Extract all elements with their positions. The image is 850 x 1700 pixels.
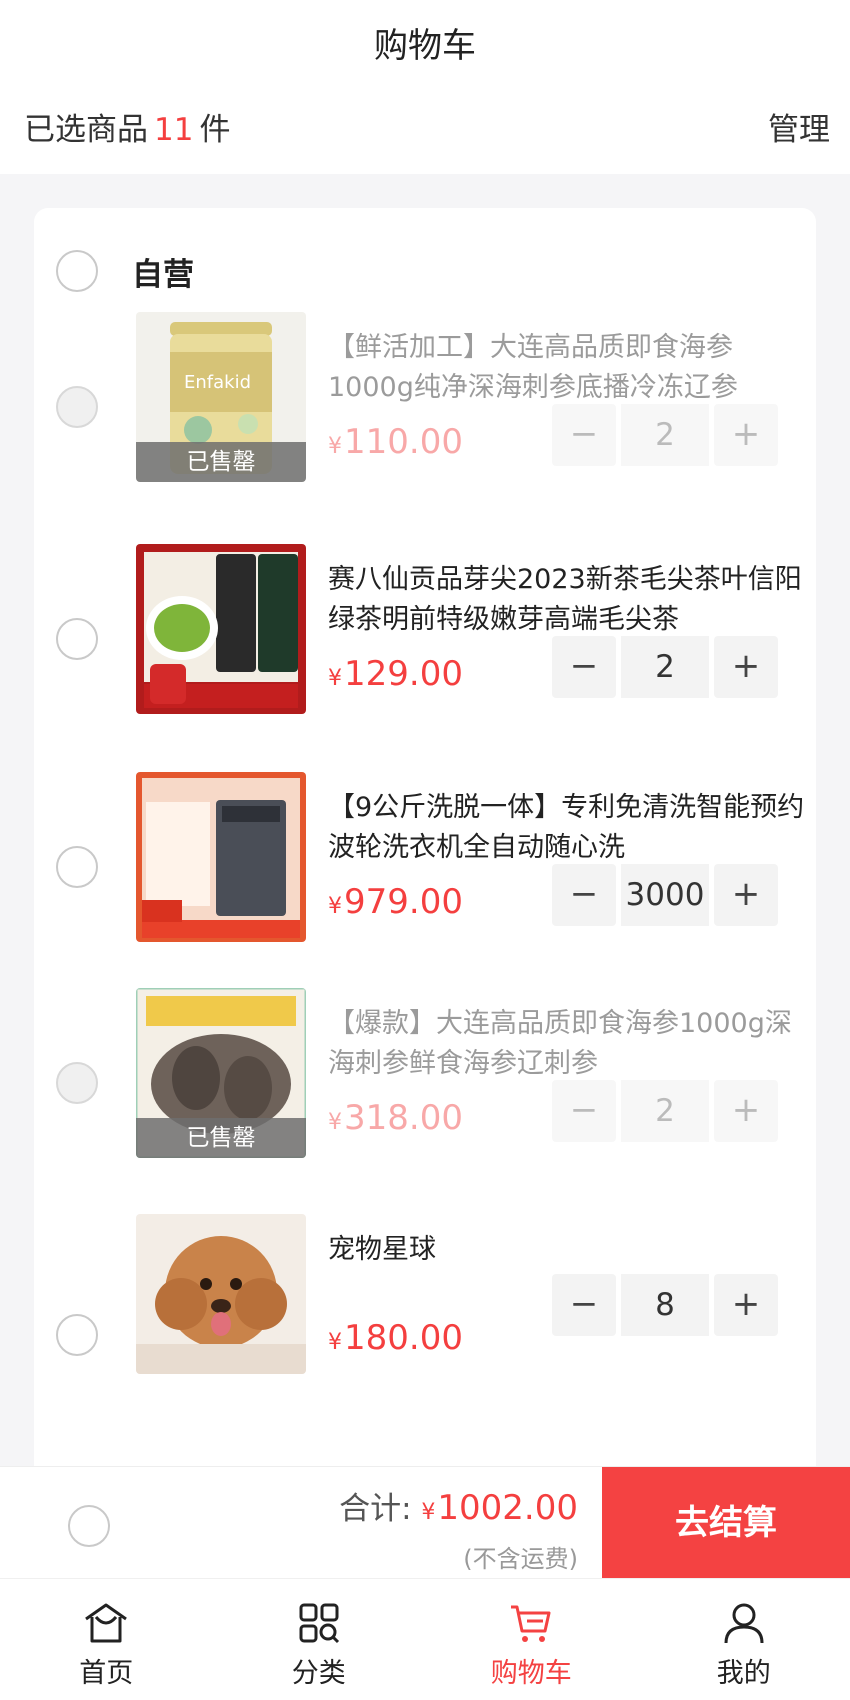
item-price: ¥318.00 [328,1098,463,1138]
increase-button[interactable]: + [714,1274,778,1336]
shop-name: 自营 [132,256,194,293]
quantity-stepper: − 2 + [552,404,778,466]
item-title[interactable]: 宠物星球 [328,1230,808,1270]
price-value: 129.00 [344,654,463,694]
cart-item: 【9公斤洗脱一体】专利免清洗智能预约波轮洗衣机全自动随心洗 ¥979.00 − … [34,772,816,942]
page-title: 购物车 [374,26,476,66]
product-image[interactable]: Enfakid 已售罄 [136,312,306,482]
currency-symbol: ¥ [328,1110,342,1135]
decrease-button[interactable]: − [552,636,616,698]
soldout-label: 已售罄 [136,1118,306,1158]
item-price: ¥979.00 [328,882,463,922]
selected-suffix: 件 [199,112,231,148]
item-title[interactable]: 【爆款】大连高品质即食海参1000g深海刺参鲜食海参辽刺参 [328,1004,808,1084]
cart-shop-card: 自营 Enfakid 已售罄 【鲜活加工】大连高品质即食海参1000g纯净深海刺… [34,208,816,1498]
quantity-value[interactable]: 2 [621,636,709,698]
item-title[interactable]: 【鲜活加工】大连高品质即食海参1000g纯净深海刺参底播冷冻辽参 [328,328,808,408]
user-icon [724,1603,764,1644]
total-amount: ¥1002.00 [421,1488,578,1528]
manage-button[interactable]: 管理 [768,104,830,149]
currency-symbol: ¥ [328,434,342,459]
selected-summary: 已选商品 11 件 [24,104,230,149]
product-image[interactable] [136,1214,306,1374]
price-value: 318.00 [344,1098,463,1138]
increase-button[interactable]: + [714,864,778,926]
price-value: 979.00 [344,882,463,922]
quantity-stepper: − 2 + [552,636,778,698]
quantity-value[interactable]: 8 [621,1274,709,1336]
decrease-button[interactable]: − [552,1080,616,1142]
quantity-value[interactable]: 3000 [621,864,709,926]
cart-item: 赛八仙贡品芽尖2023新茶毛尖茶叶信阳绿茶明前特级嫩芽高端毛尖茶 ¥129.00… [34,544,816,714]
home-icon [85,1603,128,1643]
tab-label: 购物车 [490,1658,572,1689]
top-header: 购物车 已选商品 11 件 管理 [0,0,850,174]
select-all-radio[interactable] [68,1505,110,1547]
shop-select-radio[interactable] [56,250,98,292]
total-summary: 合计: ¥1002.00 [316,1483,578,1528]
item-select-radio[interactable] [56,846,98,888]
product-image[interactable]: 已售罄 [136,988,306,1158]
tab-label: 首页 [79,1658,134,1689]
increase-button[interactable]: + [714,1080,778,1142]
shipping-note: (不含运费) [463,1545,578,1573]
item-price: ¥180.00 [328,1318,463,1358]
tab-label: 我的 [716,1658,771,1689]
product-image[interactable] [136,772,306,942]
cart-item: 宠物星球 ¥180.00 − 8 + [34,1214,816,1384]
item-price: ¥110.00 [328,422,463,462]
tab-category[interactable]: 分类 [213,1579,426,1700]
selected-count: 11 [154,112,194,148]
cart-item: Enfakid 已售罄 【鲜活加工】大连高品质即食海参1000g纯净深海刺参底播… [34,312,816,482]
item-price: ¥129.00 [328,654,463,694]
increase-button[interactable]: + [714,636,778,698]
quantity-stepper: − 8 + [552,1274,778,1336]
item-select-radio[interactable] [56,618,98,660]
svg-text:Enfakid: Enfakid [184,372,251,393]
currency-symbol: ¥ [421,1500,436,1525]
currency-symbol: ¥ [328,666,342,691]
category-icon [299,1603,339,1644]
item-title[interactable]: 赛八仙贡品芽尖2023新茶毛尖茶叶信阳绿茶明前特级嫩芽高端毛尖茶 [328,560,808,640]
tab-home[interactable]: 首页 [0,1579,213,1700]
shop-header: 自营 [56,248,194,294]
tab-cart[interactable]: 购物车 [425,1579,638,1700]
item-title[interactable]: 【9公斤洗脱一体】专利免清洗智能预约波轮洗衣机全自动随心洗 [328,788,808,868]
quantity-value[interactable]: 2 [621,1080,709,1142]
cart-item: 已售罄 【爆款】大连高品质即食海参1000g深海刺参鲜食海参辽刺参 ¥318.0… [34,988,816,1158]
checkout-bar: 合计: ¥1002.00 (不含运费) 去结算 [0,1466,850,1579]
price-value: 180.00 [344,1318,463,1358]
tab-profile[interactable]: 我的 [638,1579,850,1700]
product-image[interactable] [136,544,306,714]
selected-prefix: 已选商品 [24,112,148,148]
decrease-button[interactable]: − [552,864,616,926]
item-select-radio[interactable] [56,1062,98,1104]
bottom-tab-bar: 首页 分类 购物车 我的 [0,1578,850,1700]
price-value: 110.00 [344,422,463,462]
total-label: 合计: [339,1491,412,1527]
quantity-value[interactable]: 2 [621,404,709,466]
item-select-radio[interactable] [56,1314,98,1356]
decrease-button[interactable]: − [552,1274,616,1336]
cart-icon [511,1605,551,1642]
currency-symbol: ¥ [328,1330,342,1355]
quantity-stepper: − 2 + [552,1080,778,1142]
currency-symbol: ¥ [328,894,342,919]
soldout-label: 已售罄 [136,442,306,482]
quantity-stepper: − 3000 + [552,864,778,926]
increase-button[interactable]: + [714,404,778,466]
total-value: 1002.00 [437,1488,578,1528]
decrease-button[interactable]: − [552,404,616,466]
item-select-radio[interactable] [56,386,98,428]
checkout-button[interactable]: 去结算 [602,1467,850,1579]
tab-label: 分类 [291,1658,346,1689]
